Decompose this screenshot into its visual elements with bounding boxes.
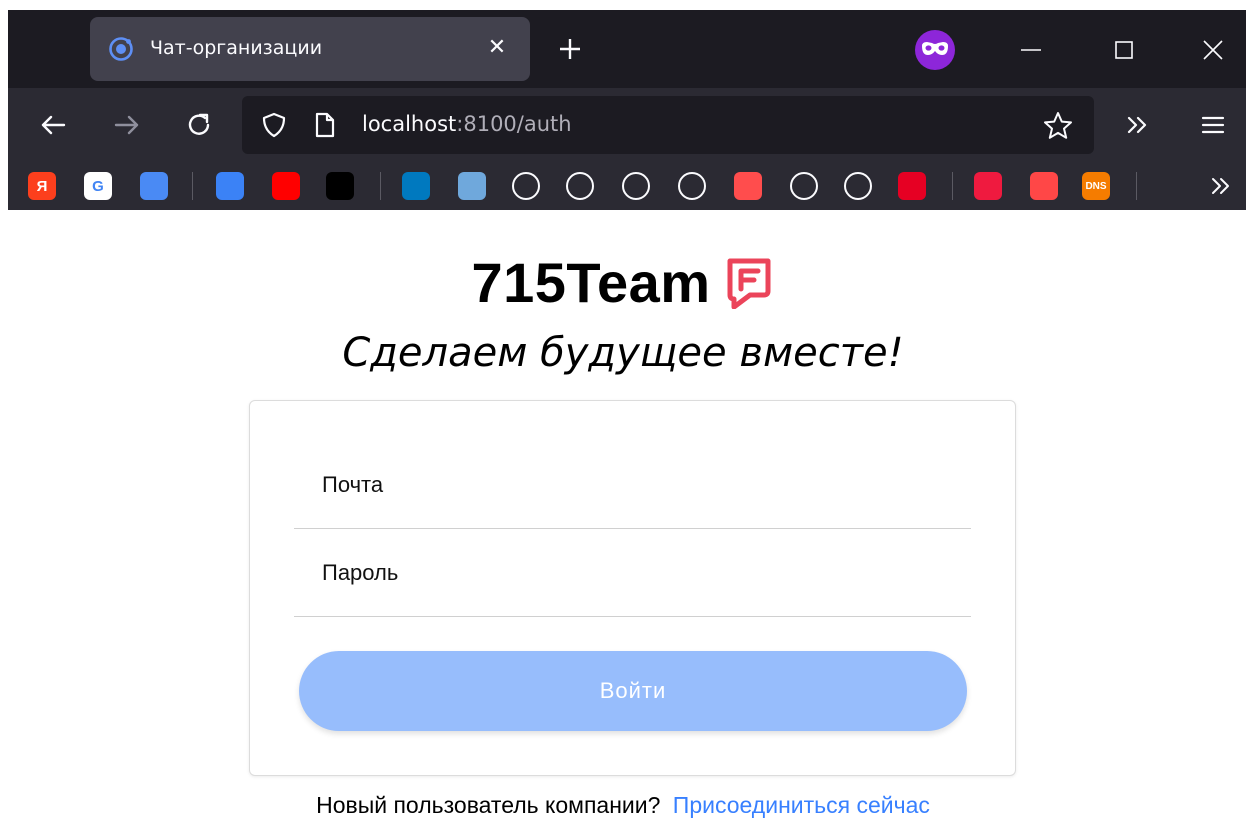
minimize-icon[interactable] (1011, 30, 1051, 70)
email-field (294, 443, 971, 529)
new-tab-icon[interactable] (553, 32, 587, 66)
login-button[interactable]: Войти (299, 651, 967, 731)
url-host: localhost (362, 112, 457, 136)
bookmarks-overflow-icon[interactable] (1204, 170, 1236, 202)
bookmark-17[interactable] (1030, 172, 1058, 200)
shield-icon[interactable] (260, 111, 288, 139)
bookmark-14[interactable] (844, 172, 872, 200)
bookmark-3[interactable] (216, 172, 244, 200)
bookmark-0[interactable]: Я (28, 172, 56, 200)
page-info-icon[interactable] (312, 111, 338, 139)
dns-icon: DNS (1085, 180, 1107, 192)
join-now-link[interactable]: Присоединиться сейчас (673, 792, 930, 818)
password-input[interactable] (322, 555, 942, 591)
bookmark-separator (952, 172, 953, 200)
password-field (294, 531, 971, 617)
google-icon: G (92, 177, 104, 195)
yandex-icon: Я (36, 177, 48, 195)
forward-arrow-icon[interactable] (108, 106, 146, 144)
toolbar-overflow-icon[interactable] (1118, 106, 1156, 144)
tab-close-icon[interactable]: ✕ (482, 33, 512, 63)
bookmark-separator (192, 172, 193, 200)
maximize-icon[interactable] (1104, 30, 1144, 70)
bookmark-15[interactable] (898, 172, 926, 200)
bookmark-18[interactable]: DNS (1082, 172, 1110, 200)
bookmark-4[interactable] (272, 172, 300, 200)
reload-icon[interactable] (180, 106, 218, 144)
signup-prompt: Новый пользователь компании? Присоединит… (0, 792, 1246, 818)
tab-strip: Чат-организации ✕ (8, 10, 1246, 88)
hamburger-menu-icon[interactable] (1194, 106, 1232, 144)
bookmark-7[interactable] (458, 172, 486, 200)
bookmark-16[interactable] (974, 172, 1002, 200)
bookmark-13[interactable] (790, 172, 818, 200)
email-input[interactable] (322, 467, 942, 503)
browser-window: Чат-организации ✕ localhost:8100/auth Я … (8, 10, 1246, 210)
brand-flag-icon (727, 258, 771, 309)
slogan: Сделаем будущее вместе! (342, 330, 904, 376)
bookmark-12[interactable] (734, 172, 762, 200)
back-arrow-icon[interactable] (34, 106, 72, 144)
private-browsing-icon[interactable] (914, 29, 956, 71)
bookmark-11[interactable] (678, 172, 706, 200)
brand-name: 715Team (471, 251, 711, 314)
url-text[interactable]: localhost:8100/auth (362, 112, 572, 136)
brand-header: 715Team (0, 250, 1246, 315)
navigation-toolbar: localhost:8100/auth (8, 88, 1246, 162)
bookmarks-toolbar: Я G DNS (8, 162, 1246, 210)
tab-title: Чат-организации (150, 37, 323, 59)
signup-text: Новый пользователь компании? (316, 792, 661, 818)
bookmark-star-icon[interactable] (1042, 110, 1074, 142)
login-card: Войти (249, 400, 1016, 776)
bookmark-10[interactable] (622, 172, 650, 200)
tab-active[interactable]: Чат-организации ✕ (90, 17, 530, 81)
bookmark-separator (380, 172, 381, 200)
ionic-logo-icon (109, 37, 133, 61)
url-path: :8100/auth (456, 112, 572, 136)
window-close-icon[interactable] (1193, 30, 1233, 70)
bookmark-8[interactable] (512, 172, 540, 200)
bookmark-2[interactable] (140, 172, 168, 200)
bookmark-separator (1136, 172, 1137, 200)
address-bar[interactable]: localhost:8100/auth (242, 96, 1094, 154)
bookmark-1[interactable]: G (84, 172, 112, 200)
bookmark-6[interactable] (402, 172, 430, 200)
bookmark-5[interactable] (326, 172, 354, 200)
bookmark-9[interactable] (566, 172, 594, 200)
